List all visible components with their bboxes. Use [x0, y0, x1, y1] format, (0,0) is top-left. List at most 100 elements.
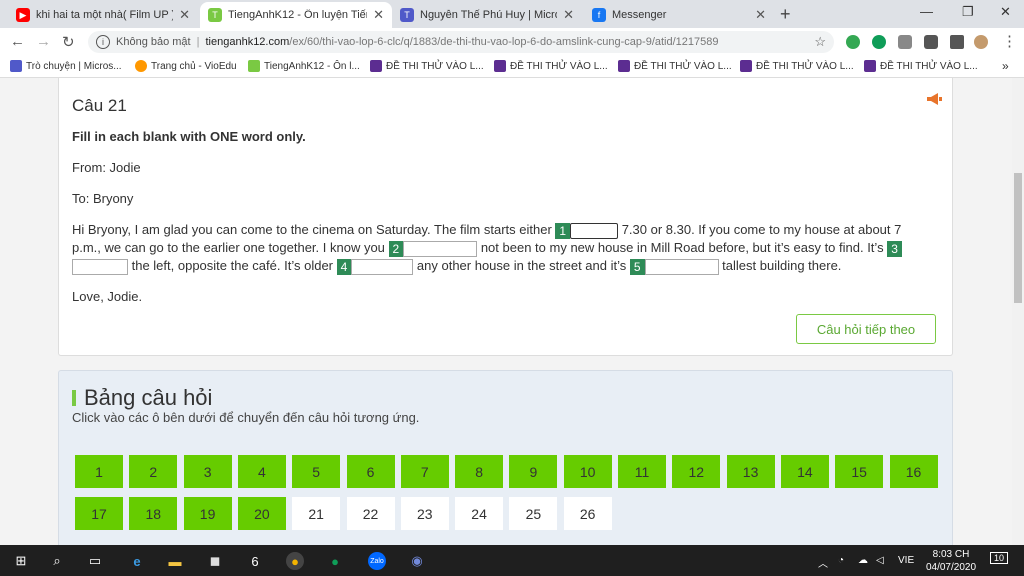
forms-icon [864, 60, 876, 72]
question-number-button[interactable]: 26 [563, 497, 612, 530]
bookmark-item[interactable]: Trang chủ - VioEdu [135, 60, 237, 72]
question-number-button[interactable]: 25 [509, 497, 558, 530]
question-number-button[interactable]: 5 [292, 455, 341, 488]
volume-icon[interactable]: ◁ [876, 555, 884, 566]
question-number-button[interactable]: 24 [455, 497, 504, 530]
security-label: Không bảo mật [116, 36, 191, 48]
notification-icon[interactable]: 10 [990, 552, 1009, 564]
blank-number-badge: 2 [388, 240, 404, 257]
tab-youtube[interactable]: ▶ khi hai ta một nhà( Film UP ) - Yo ✕ [8, 2, 198, 28]
question-number-button[interactable]: 8 [455, 455, 504, 488]
more-bookmarks-icon[interactable]: » [1002, 59, 1009, 73]
chrome-icon[interactable]: ● [286, 552, 304, 570]
blank-input-1[interactable] [570, 222, 619, 239]
question-board: Bảng câu hỏi Click vào các ô bên dưới để… [58, 370, 953, 545]
next-question-button[interactable]: Câu hỏi tiếp theo [796, 314, 936, 344]
question-number-button[interactable]: 3 [183, 455, 232, 488]
close-window-button[interactable]: ✕ [1000, 4, 1011, 20]
forms-icon [494, 60, 506, 72]
task-view-icon[interactable]: ▭ [86, 552, 104, 570]
language-indicator[interactable]: VIE [898, 555, 914, 566]
avatar[interactable] [974, 35, 988, 49]
wifi-icon[interactable]: ◔ [838, 555, 844, 566]
bookmark-item[interactable]: TiengAnhK12 - Ôn l... [248, 60, 360, 72]
search-icon[interactable]: ⌕ [48, 552, 66, 570]
question-number-button[interactable]: 15 [835, 455, 884, 488]
new-tab-button[interactable]: + [780, 4, 791, 25]
reload-icon[interactable]: ↻ [62, 33, 75, 51]
board-title-text: Bảng câu hỏi [84, 385, 213, 410]
question-number-button[interactable]: 21 [292, 497, 341, 530]
info-icon[interactable]: i [96, 35, 110, 49]
blank-input-3[interactable] [72, 258, 128, 275]
tienganhk12-icon [248, 60, 260, 72]
close-tab-icon[interactable]: ✕ [373, 7, 384, 23]
windows-start-icon[interactable]: ⊞ [12, 552, 30, 570]
store-icon[interactable]: ◼ [206, 552, 224, 570]
question-number-button[interactable]: 18 [129, 497, 178, 530]
page-scrollbar[interactable] [1012, 78, 1024, 545]
edge-icon[interactable]: e [128, 552, 146, 570]
bookmark-item[interactable]: ĐỀ THI THỬ VÀO L... [740, 60, 854, 72]
zalo-icon[interactable]: Zalo [368, 552, 386, 570]
bookmark-label: ĐỀ THI THỬ VÀO L... [880, 60, 978, 72]
megaphone-icon[interactable] [926, 93, 942, 105]
bookmark-item[interactable]: ĐỀ THI THỬ VÀO L... [370, 60, 484, 72]
bookmark-star-icon[interactable]: ☆ [814, 34, 826, 50]
question-number-button[interactable]: 17 [75, 497, 123, 530]
blank-input-2[interactable] [403, 240, 478, 257]
media-icon[interactable] [950, 35, 964, 49]
app-6-icon[interactable]: 6 [246, 552, 264, 570]
question-number-button[interactable]: 19 [183, 497, 232, 530]
question-number-button[interactable]: 4 [237, 455, 286, 488]
blank-input-4[interactable] [351, 258, 414, 275]
bookmark-item[interactable]: ĐỀ THI THỬ VÀO L... [618, 60, 732, 72]
question-number-button[interactable]: 13 [726, 455, 775, 488]
hangouts-icon[interactable]: ● [326, 552, 344, 570]
question-number-button[interactable]: 1 [75, 455, 123, 488]
file-explorer-icon[interactable]: ▬ [166, 552, 184, 570]
from-line: From: Jodie [72, 160, 141, 175]
question-number-button[interactable]: 2 [129, 455, 178, 488]
close-tab-icon[interactable]: ✕ [179, 7, 190, 23]
teams-icon: T [400, 8, 414, 22]
cloud-icon[interactable]: ☁ [858, 555, 868, 566]
question-number-button[interactable]: 12 [672, 455, 721, 488]
question-number-button[interactable]: 7 [400, 455, 449, 488]
back-arrow-icon[interactable]: ← [10, 33, 25, 50]
scrollbar-thumb[interactable] [1014, 173, 1022, 303]
grammarly-icon[interactable] [846, 35, 860, 49]
question-number-button[interactable]: 22 [346, 497, 395, 530]
clock[interactable]: 8:03 CH 04/07/2020 [918, 548, 984, 574]
minimize-button[interactable]: — [920, 4, 933, 19]
forward-arrow-icon[interactable]: → [36, 33, 51, 50]
tab-messenger[interactable]: f Messenger ✕ [584, 2, 774, 28]
camera-icon[interactable] [898, 35, 912, 49]
question-number-button[interactable]: 20 [237, 497, 286, 530]
bookmark-item[interactable]: Trò chuyện | Micros... [10, 60, 122, 72]
to-line: To: Bryony [72, 191, 134, 206]
tab-teams[interactable]: T Nguyễn Thế Phú Huy | Microsoft ✕ [392, 2, 582, 28]
bookmark-item[interactable]: ĐỀ THI THỬ VÀO L... [864, 60, 978, 72]
restore-button[interactable]: ❐ [962, 4, 974, 20]
menu-kebab-icon[interactable]: ⋮ [1002, 32, 1017, 50]
bookmark-label: TiengAnhK12 - Ôn l... [264, 60, 360, 72]
question-number-button[interactable]: 16 [889, 455, 938, 488]
address-bar[interactable]: i Không bảo mật | tienganhk12.com/ex/60/… [88, 31, 834, 53]
url-host: tienganhk12.com [205, 36, 290, 48]
question-number-button[interactable]: 10 [563, 455, 612, 488]
blank-input-5[interactable] [644, 258, 719, 275]
tray-chevron-icon[interactable]: ︿ [818, 555, 828, 570]
close-tab-icon[interactable]: ✕ [755, 7, 766, 23]
tab-tienganhk12[interactable]: T TiengAnhK12 - Ôn luyện Tiếng A ✕ [200, 2, 392, 28]
bookmark-item[interactable]: ĐỀ THI THỬ VÀO L... [494, 60, 608, 72]
question-number-button[interactable]: 11 [618, 455, 666, 488]
extension-leaf-icon[interactable] [872, 35, 886, 49]
question-number-button[interactable]: 23 [400, 497, 449, 530]
question-number-button[interactable]: 14 [780, 455, 829, 488]
question-number-button[interactable]: 9 [509, 455, 558, 488]
question-number-button[interactable]: 6 [346, 455, 395, 488]
extensions-puzzle-icon[interactable] [924, 35, 938, 49]
discord-icon[interactable]: ◉ [408, 552, 426, 570]
close-tab-icon[interactable]: ✕ [563, 7, 574, 23]
